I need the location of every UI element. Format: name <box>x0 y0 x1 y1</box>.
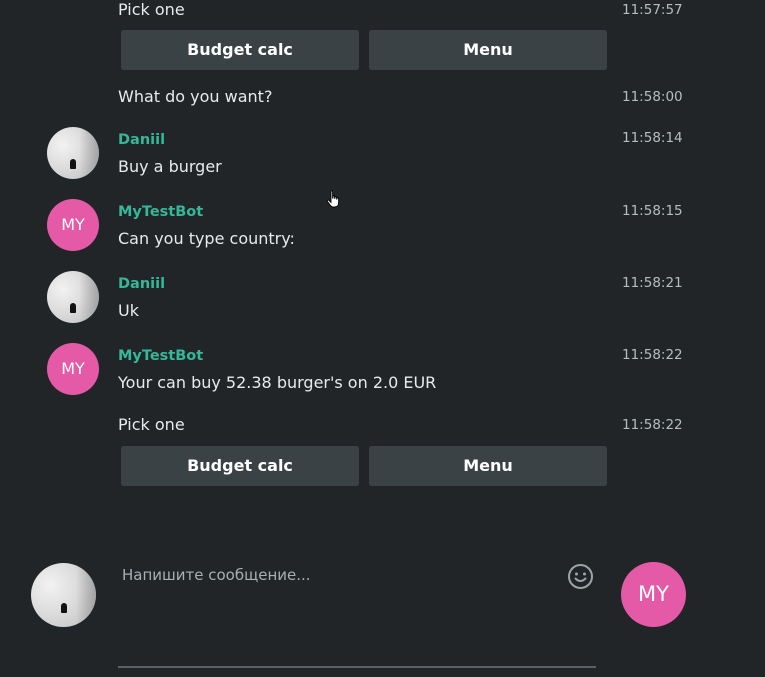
bot-avatar[interactable]: MY <box>47 199 99 251</box>
budget-calc-button[interactable]: Budget calc <box>121 30 359 70</box>
message-time: 11:58:21 <box>622 275 683 291</box>
message-time: 11:58:22 <box>622 417 683 433</box>
message-time: 11:58:00 <box>622 89 683 105</box>
message-time: 11:58:14 <box>622 130 683 146</box>
menu-button[interactable]: Menu <box>369 446 607 486</box>
smiley-icon[interactable] <box>567 563 594 590</box>
message-text: What do you want? <box>118 87 273 106</box>
bot-avatar[interactable]: MY <box>47 343 99 395</box>
sender-name[interactable]: Daniil <box>118 275 165 293</box>
message-input[interactable]: Напишите сообщение... <box>122 566 311 584</box>
message-text: Your can buy 52.38 burger's on 2.0 EUR <box>118 373 437 392</box>
message-time: 11:58:22 <box>622 347 683 363</box>
budget-calc-button[interactable]: Budget calc <box>121 446 359 486</box>
sender-name[interactable]: Daniil <box>118 131 165 149</box>
user-avatar[interactable] <box>47 127 99 179</box>
sender-name[interactable]: MyTestBot <box>118 347 203 365</box>
message-text: Pick one <box>118 0 185 19</box>
message-time: 11:57:57 <box>622 2 683 18</box>
user-avatar[interactable] <box>47 271 99 323</box>
bot-avatar[interactable]: MY <box>621 562 686 627</box>
message-text: Buy a burger <box>118 157 222 176</box>
message-text: Pick one <box>118 415 185 434</box>
message-text: Uk <box>118 301 139 320</box>
menu-button[interactable]: Menu <box>369 30 607 70</box>
my-avatar[interactable] <box>31 563 96 627</box>
input-underline <box>118 666 596 668</box>
message-text: Can you type country: <box>118 229 295 248</box>
sender-name[interactable]: MyTestBot <box>118 203 203 221</box>
hand-cursor-icon <box>326 190 342 208</box>
message-time: 11:58:15 <box>622 203 683 219</box>
